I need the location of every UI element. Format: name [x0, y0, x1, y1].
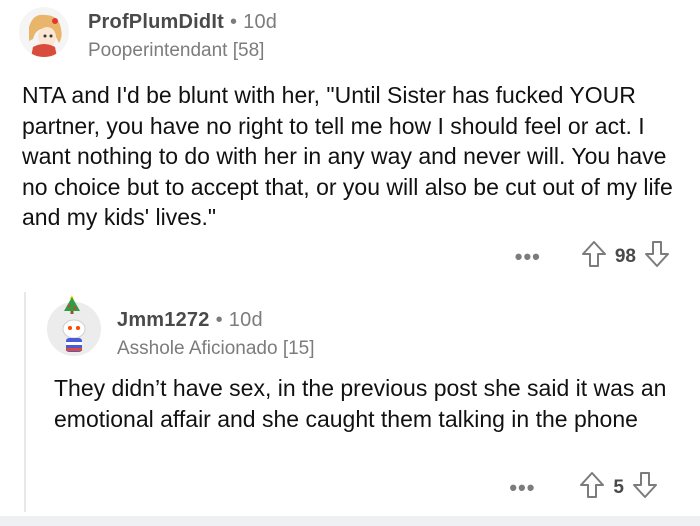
- timestamp: 10d: [243, 11, 278, 33]
- comment-body: NTA and I'd be blunt with her, "Until Si…: [22, 82, 673, 230]
- reply-body: They didn’t have sex, in the previous po…: [54, 375, 667, 432]
- reply-meta: Jmm1272 • 10d: [117, 309, 263, 332]
- separator-dot: •: [215, 309, 223, 331]
- avatar[interactable]: [19, 7, 69, 57]
- user-flair: Pooperintendant [58]: [88, 40, 265, 61]
- more-options-icon[interactable]: •••: [515, 245, 541, 267]
- reply-actions: ••• 5: [509, 471, 658, 504]
- upvote-arrow-icon[interactable]: [579, 471, 605, 504]
- comment-actions: ••• 98: [515, 240, 670, 273]
- avatar-icon: [19, 7, 69, 57]
- downvote-arrow-icon[interactable]: [632, 471, 658, 504]
- timestamp: 10d: [228, 309, 263, 331]
- more-options-icon[interactable]: •••: [509, 476, 535, 498]
- separator-dot: •: [229, 11, 238, 33]
- thread-line[interactable]: [24, 292, 26, 512]
- bottom-divider: [0, 516, 700, 526]
- username-link[interactable]: Jmm1272: [117, 309, 210, 331]
- tree-hat-icon: [61, 294, 83, 321]
- username-link[interactable]: ProfPlumDidIt: [88, 11, 224, 33]
- comment-meta: ProfPlumDidIt • 10d: [88, 11, 277, 34]
- downvote-arrow-icon[interactable]: [644, 240, 670, 273]
- vote-score: 98: [614, 245, 636, 267]
- vote-score: 5: [613, 476, 624, 498]
- upvote-arrow-icon[interactable]: [581, 240, 607, 273]
- user-flair: Asshole Aficionado [15]: [117, 338, 315, 359]
